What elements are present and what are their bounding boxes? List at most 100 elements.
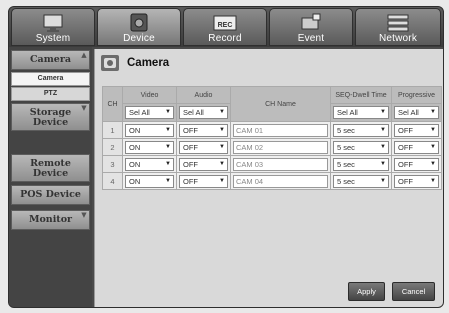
dvr-settings-window: System Device REC Record Event Network C…: [8, 6, 444, 308]
nav-label: Network: [378, 33, 418, 44]
channel-name-input[interactable]: CAM 01: [233, 123, 328, 137]
nav-label: Record: [208, 33, 242, 44]
network-icon: [387, 14, 409, 32]
chevron-down-icon: ▼: [165, 109, 171, 115]
video-select[interactable]: ON ▼: [125, 140, 174, 154]
chevron-down-icon: ▼: [380, 177, 386, 184]
table-row: 4 ON ▼ OFF ▼ CAM 04 5 sec ▼ OFF ▼: [102, 172, 442, 190]
apply-button[interactable]: Apply: [348, 282, 385, 301]
channel-name-input[interactable]: CAM 04: [233, 174, 328, 188]
nav-system[interactable]: System: [11, 8, 95, 46]
audio-select[interactable]: OFF ▼: [179, 123, 228, 137]
rec-text: REC: [218, 22, 233, 29]
nav-label: Device: [123, 33, 155, 44]
audio-select[interactable]: OFF ▼: [179, 157, 228, 171]
sidebar-item-remote-device[interactable]: Remote Device: [11, 154, 90, 182]
progressive-select[interactable]: OFF ▼: [394, 157, 439, 171]
chevron-down-icon: ▼: [219, 126, 225, 133]
sidebar-item-label: Camera: [30, 54, 71, 65]
table-row: 1 ON ▼ OFF ▼ CAM 01 5 sec ▼ OFF ▼: [102, 121, 442, 139]
channel-number: 2: [102, 138, 123, 156]
camera-settings-table: CH Video Audio CH Name SEQ-Dwell Time Pr…: [102, 86, 442, 190]
nav-event[interactable]: Event: [269, 8, 353, 46]
sidebar-item-label: Monitor: [28, 214, 73, 225]
video-select[interactable]: ON ▼: [125, 157, 174, 171]
col-header-ch-name: CH Name: [230, 86, 331, 122]
col-header-ch: CH: [102, 86, 123, 122]
sidebar-item-monitor[interactable]: Monitor ▼: [11, 210, 90, 230]
progressive-select[interactable]: OFF ▼: [394, 123, 439, 137]
channel-name-input[interactable]: CAM 02: [233, 140, 328, 154]
chevron-down-icon: ▼: [165, 126, 171, 133]
sidebar-subitem-label: Camera: [37, 75, 64, 82]
video-select-all[interactable]: Sel All ▼: [125, 106, 174, 119]
chevron-down-icon: ▼: [219, 109, 225, 115]
col-header-video: Video: [122, 86, 177, 104]
channel-number: 4: [102, 172, 123, 190]
chevron-down-icon: ▼: [430, 109, 436, 115]
audio-select-all[interactable]: Sel All ▼: [179, 106, 228, 119]
main-panel: Camera CH Video Audio CH Name SEQ-Dwell …: [94, 49, 443, 307]
video-select[interactable]: ON ▼: [125, 174, 174, 188]
chevron-down-icon: ▼: [430, 177, 436, 184]
chevron-down-icon: ▼: [219, 160, 225, 167]
video-select[interactable]: ON ▼: [125, 123, 174, 137]
progressive-select-all[interactable]: Sel All ▼: [394, 106, 439, 119]
chevron-down-icon: ▼: [165, 143, 171, 150]
chevron-down-icon: ▼: [380, 143, 386, 150]
monitor-icon: [43, 14, 63, 32]
nav-device[interactable]: Device: [97, 8, 181, 46]
sidebar-subitem-camera[interactable]: Camera: [11, 72, 90, 86]
sidebar-subitem-ptz[interactable]: PTZ: [11, 87, 90, 101]
chevron-down-icon: ▼: [430, 160, 436, 167]
seq-dwell-select[interactable]: 5 sec ▼: [333, 157, 389, 171]
seq-dwell-select[interactable]: 5 sec ▼: [333, 123, 389, 137]
camera-device-icon: [130, 13, 148, 32]
progressive-select[interactable]: OFF ▼: [394, 140, 439, 154]
seq-dwell-select[interactable]: 5 sec ▼: [333, 174, 389, 188]
channel-name-input[interactable]: CAM 03: [233, 157, 328, 171]
nav-label: System: [35, 33, 71, 44]
col-header-audio: Audio: [176, 86, 231, 104]
expand-icon: ▼: [81, 103, 87, 112]
chevron-down-icon: ▼: [219, 177, 225, 184]
col-header-seq-dwell: SEQ-Dwell Time: [330, 86, 392, 104]
sidebar-item-label: Device: [32, 168, 69, 179]
expand-icon: ▼: [81, 210, 87, 219]
audio-select[interactable]: OFF ▼: [179, 140, 228, 154]
seq-dwell-select[interactable]: 5 sec ▼: [333, 140, 389, 154]
sidebar-item-camera[interactable]: Camera ▲: [11, 50, 90, 70]
col-header-progressive: Progressive: [391, 86, 442, 104]
chevron-down-icon: ▼: [430, 143, 436, 150]
rec-icon: REC: [213, 15, 237, 31]
nav-record[interactable]: REC Record: [183, 8, 267, 46]
channel-number: 1: [102, 121, 123, 139]
progressive-select[interactable]: OFF ▼: [394, 174, 439, 188]
sidebar-item-label: POS Device: [20, 189, 81, 200]
sidebar-subitem-label: PTZ: [43, 90, 58, 97]
chevron-down-icon: ▼: [219, 143, 225, 150]
cancel-button[interactable]: Cancel: [392, 282, 435, 301]
nav-label: Event: [297, 33, 325, 44]
chevron-down-icon: ▼: [430, 126, 436, 133]
chevron-down-icon: ▼: [380, 126, 386, 133]
event-icon: [301, 13, 321, 30]
page-title: Camera: [127, 57, 170, 69]
seq-select-all[interactable]: Sel All ▼: [333, 106, 389, 119]
sidebar-item-label: Device: [32, 117, 69, 128]
nav-network[interactable]: Network: [355, 8, 441, 46]
camera-icon: [101, 55, 119, 71]
chevron-down-icon: ▼: [380, 160, 386, 167]
chevron-down-icon: ▼: [165, 177, 171, 184]
sidebar: Camera ▲ Camera PTZ Storage Device ▼ Rem…: [9, 47, 92, 307]
chevron-down-icon: ▼: [380, 109, 386, 115]
expand-icon: ▲: [81, 50, 87, 59]
sidebar-item-storage-device[interactable]: Storage Device ▼: [11, 103, 90, 131]
top-nav: System Device REC Record Event Network: [9, 7, 443, 47]
table-row: 3 ON ▼ OFF ▼ CAM 03 5 sec ▼ OFF ▼: [102, 155, 442, 173]
channel-number: 3: [102, 155, 123, 173]
table-row: 2 ON ▼ OFF ▼ CAM 02 5 sec ▼ OFF ▼: [102, 138, 442, 156]
sidebar-item-pos-device[interactable]: POS Device: [11, 185, 90, 205]
chevron-down-icon: ▼: [165, 160, 171, 167]
audio-select[interactable]: OFF ▼: [179, 174, 228, 188]
